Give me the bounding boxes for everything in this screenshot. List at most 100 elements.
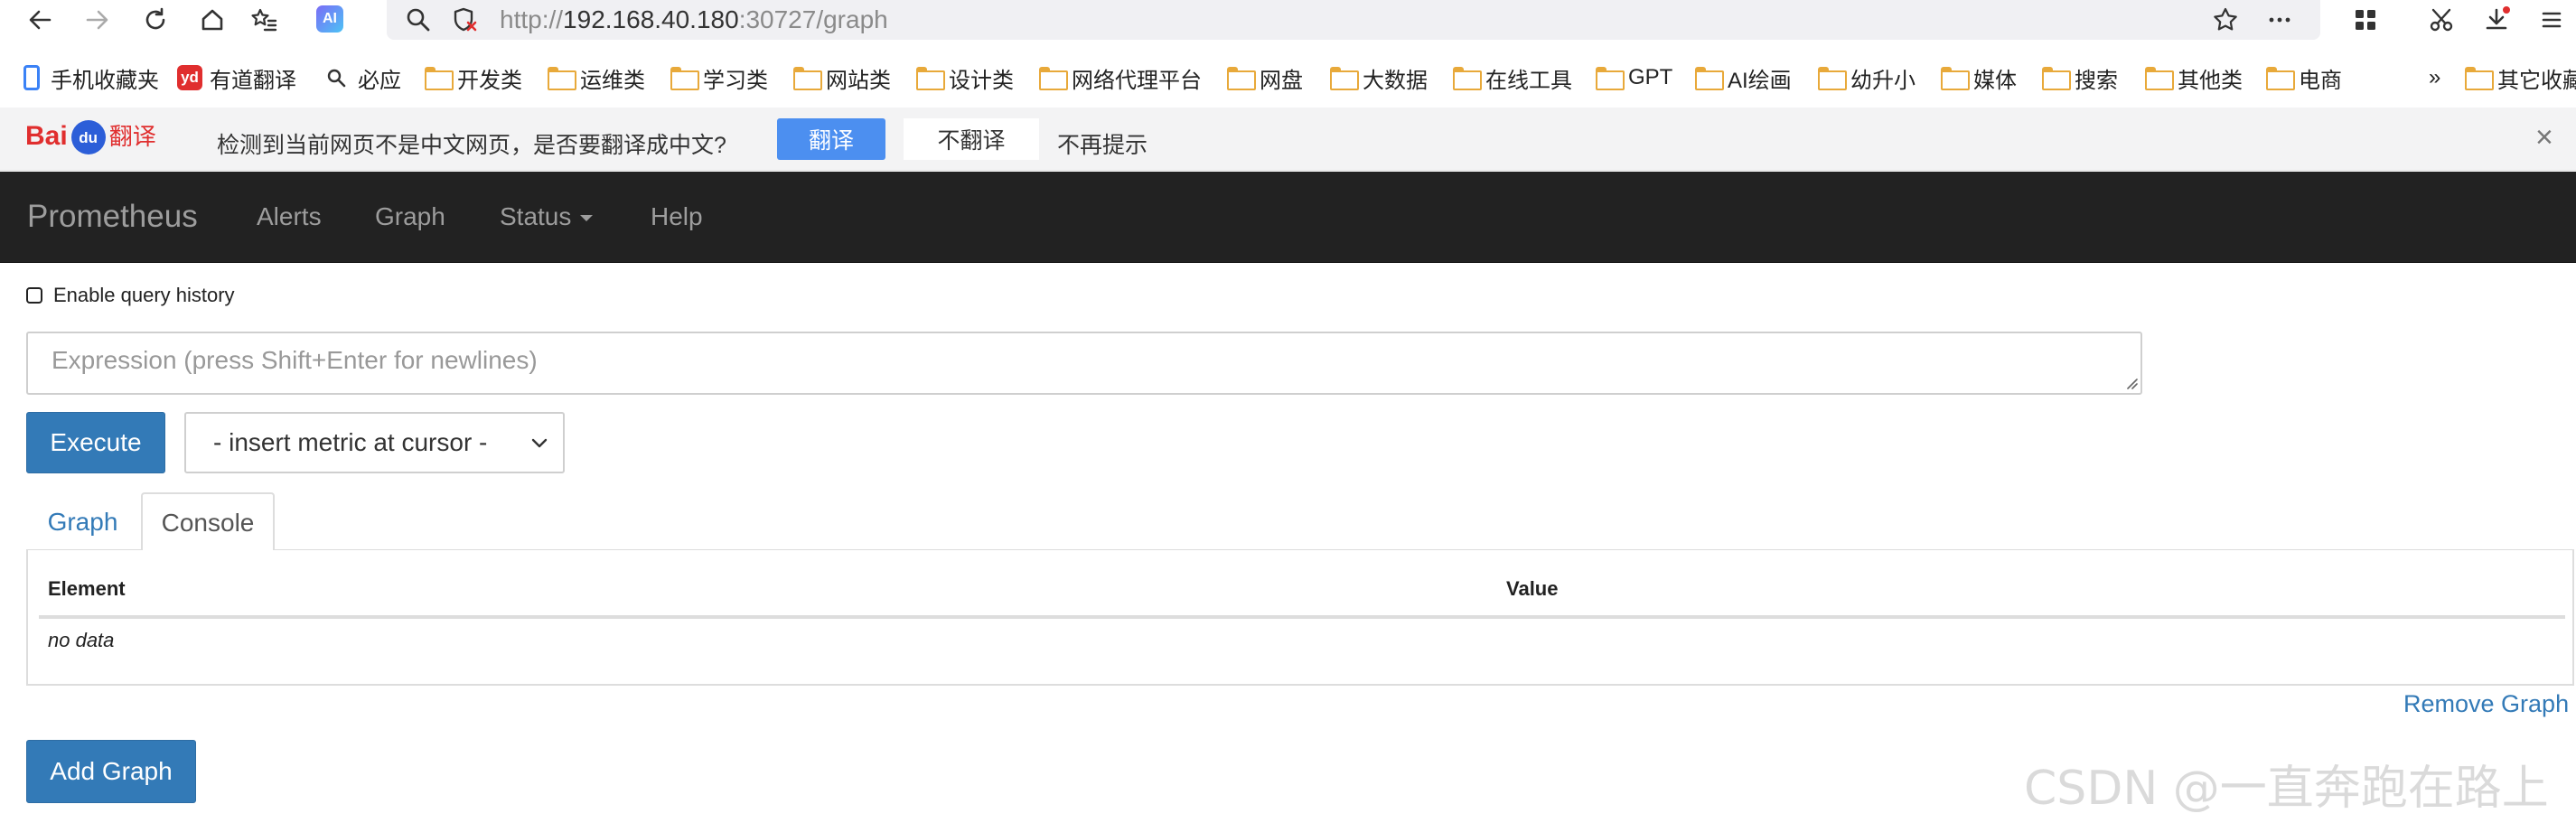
folder-icon (1039, 67, 1068, 90)
remove-graph-link[interactable]: Remove Graph (2403, 690, 2569, 718)
folder-icon (2465, 67, 2494, 90)
bookmark-folder[interactable]: 在线工具 (1453, 60, 1572, 96)
close-icon[interactable]: × (2535, 122, 2553, 153)
no-translate-button[interactable]: 不翻译 (904, 118, 1039, 160)
bookmark-folder[interactable]: 开发类 (425, 60, 522, 96)
bookmark-folder[interactable]: GPT (1596, 60, 1672, 96)
bookmark-label: 在线工具 (1485, 68, 1572, 93)
bookmark-label: 其他类 (2178, 68, 2243, 93)
bookmark-star-icon[interactable] (2212, 6, 2239, 33)
bookmarks-overflow-chevron-icon[interactable]: » (2429, 60, 2440, 96)
folder-icon (425, 67, 454, 90)
bookmark-label: 开发类 (457, 68, 522, 93)
folder-icon (916, 67, 945, 90)
csdn-watermark: CSDN @一直奔跑在路上 (2024, 762, 2549, 816)
folder-icon (548, 67, 576, 90)
folder-icon (1596, 67, 1625, 90)
table-header-divider (39, 615, 2565, 619)
download-icon[interactable] (2478, 2, 2515, 38)
browser-toolbar: AI http://192.168.40.180:30727/graph (0, 0, 2576, 40)
query-history-checkbox[interactable] (26, 287, 42, 304)
bookmark-label: 手机收藏夹 (51, 68, 159, 93)
nav-alerts[interactable]: Alerts (257, 202, 322, 231)
youdao-icon: yd (177, 65, 202, 90)
bookmark-item[interactable]: yd 有道翻译 (177, 60, 296, 96)
execute-button[interactable]: Execute (26, 412, 165, 473)
logo-text: Bai (25, 121, 68, 151)
prometheus-navbar: Prometheus Alerts Graph Status Help (0, 172, 2576, 263)
url-prefix: http:// (500, 5, 564, 33)
column-header-value: Value (1506, 577, 1559, 600)
resize-grip-icon[interactable] (2123, 375, 2138, 389)
folder-icon (1695, 67, 1724, 90)
phone-icon (23, 65, 40, 90)
apps-grid-icon[interactable] (2347, 2, 2384, 38)
bookmark-label: 幼升小 (1850, 68, 1916, 93)
folder-icon (1227, 67, 1256, 90)
back-arrow-icon[interactable] (22, 2, 58, 38)
bookmark-folder[interactable]: 网站类 (793, 60, 891, 96)
bookmark-label: 运维类 (580, 68, 645, 93)
menu-hamburger-icon[interactable] (2534, 2, 2570, 38)
folder-icon (1941, 67, 1970, 90)
favorites-star-list-icon[interactable] (246, 2, 282, 38)
bookmark-folder[interactable]: 网络代理平台 (1039, 60, 1202, 96)
folder-icon (1818, 67, 1847, 90)
query-history-label: Enable query history (53, 284, 235, 306)
bookmark-folder[interactable]: 设计类 (916, 60, 1014, 96)
brand-link[interactable]: Prometheus (27, 199, 198, 235)
console-panel: Element Value no data (26, 550, 2574, 686)
bookmark-folder[interactable]: 幼升小 (1818, 60, 1916, 96)
screenshot-scissors-icon[interactable] (2423, 2, 2459, 38)
nav-help[interactable]: Help (651, 202, 703, 231)
bookmark-label: 电商 (2299, 68, 2342, 93)
more-dots-icon[interactable] (2266, 6, 2293, 33)
bookmark-folder[interactable]: 搜索 (2042, 60, 2118, 96)
bookmark-folder[interactable]: 大数据 (1330, 60, 1428, 96)
folder-icon (2145, 67, 2174, 90)
expression-input[interactable] (26, 332, 2142, 395)
bookmark-item[interactable]: 必应 (325, 60, 401, 96)
bookmark-folder[interactable]: 学习类 (670, 60, 768, 96)
logo-text: 翻译 (108, 123, 156, 150)
bookmark-label: 其它收藏 (2497, 68, 2576, 93)
nav-graph[interactable]: Graph (375, 202, 445, 231)
bookmark-folder[interactable]: 运维类 (548, 60, 645, 96)
forward-arrow-icon[interactable] (80, 2, 116, 38)
empty-table-message: no data (48, 629, 115, 651)
bookmark-item[interactable]: 手机收藏夹 (20, 60, 159, 96)
home-icon[interactable] (194, 2, 230, 38)
query-history-toggle[interactable]: Enable query history (26, 284, 235, 307)
folder-icon (1330, 67, 1359, 90)
folder-icon (793, 67, 822, 90)
chevron-down-icon (531, 438, 548, 448)
tab-console[interactable]: Console (141, 492, 275, 553)
add-graph-button[interactable]: Add Graph (26, 740, 196, 803)
ai-assistant-icon[interactable]: AI (316, 5, 343, 33)
baidu-translate-logo: Bai du 翻译 (25, 118, 156, 155)
nav-status-dropdown[interactable]: Status (500, 202, 594, 231)
url-text[interactable]: http://192.168.40.180:30727/graph (500, 5, 888, 34)
other-bookmarks-folder[interactable]: 其它收藏 (2456, 60, 2576, 96)
bookmark-folder[interactable]: 媒体 (1941, 60, 2017, 96)
bookmark-folder[interactable]: 其他类 (2145, 60, 2243, 96)
folder-icon (2266, 67, 2295, 90)
translate-button[interactable]: 翻译 (777, 118, 885, 160)
never-prompt-link[interactable]: 不再提示 (1057, 127, 1147, 160)
search-icon (407, 8, 430, 32)
url-host: 192.168.40.180 (563, 5, 739, 33)
reload-icon[interactable] (137, 2, 173, 38)
bookmark-label: AI绘画 (1728, 68, 1792, 93)
tab-graph[interactable]: Graph (26, 492, 139, 551)
bookmark-folder[interactable]: 电商 (2266, 60, 2342, 96)
insert-metric-value: - insert metric at cursor - (213, 428, 488, 456)
baidu-paw-icon: du (70, 120, 106, 155)
bookmark-folder[interactable]: 网盘 (1227, 60, 1303, 96)
insecure-shield-icon[interactable] (452, 6, 479, 33)
insert-metric-select[interactable]: - insert metric at cursor - (184, 412, 565, 473)
address-bar[interactable]: http://192.168.40.180:30727/graph (387, 0, 2320, 40)
column-header-element: Element (48, 577, 126, 600)
bookmark-label: 搜索 (2075, 68, 2118, 93)
bookmark-folder[interactable]: AI绘画 (1695, 60, 1792, 96)
folder-icon (1453, 67, 1482, 90)
